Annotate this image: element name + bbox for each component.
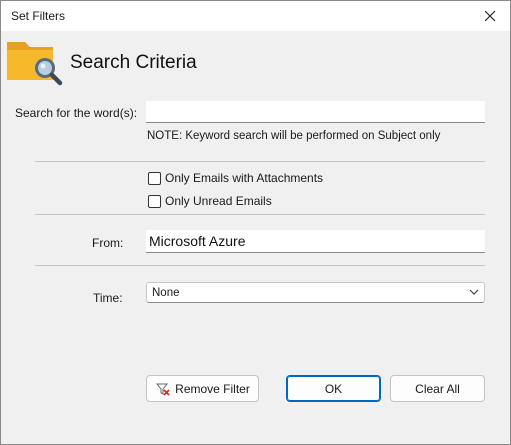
close-icon <box>484 10 496 22</box>
header-title: Search Criteria <box>70 52 197 73</box>
window-title: Set Filters <box>11 9 66 23</box>
separator <box>35 161 485 162</box>
search-note: NOTE: Keyword search will be performed o… <box>147 130 441 142</box>
ok-label: OK <box>324 381 343 396</box>
time-select-value: None <box>152 287 180 299</box>
remove-filter-icon <box>156 383 170 396</box>
from-input[interactable] <box>146 230 485 253</box>
unread-checkbox-row[interactable]: Only Unread Emails <box>148 194 272 208</box>
remove-filter-button[interactable]: Remove Filter <box>146 375 259 402</box>
clear-all-button[interactable]: Clear All <box>390 375 485 402</box>
search-label: Search for the word(s): <box>15 106 138 120</box>
folder-search-icon <box>7 42 63 86</box>
attachments-checkbox[interactable] <box>148 171 161 185</box>
set-filters-dialog: Set Filters Search Criteria Search for t… <box>0 0 511 445</box>
ok-button[interactable]: OK <box>286 375 381 402</box>
search-input[interactable] <box>146 101 485 123</box>
close-button[interactable] <box>470 1 510 31</box>
separator <box>35 265 485 266</box>
time-label: Time: <box>93 291 123 305</box>
unread-label: Only Unread Emails <box>165 194 272 208</box>
remove-filter-label: Remove Filter <box>175 381 250 396</box>
unread-checkbox[interactable] <box>148 194 161 208</box>
chevron-down-icon <box>469 289 479 295</box>
title-bar: Set Filters <box>1 1 510 31</box>
time-select[interactable]: None <box>146 282 485 303</box>
attachments-label: Only Emails with Attachments <box>165 171 324 185</box>
from-label: From: <box>92 236 124 250</box>
separator <box>35 214 485 215</box>
clear-all-label: Clear All <box>415 381 460 396</box>
attachments-checkbox-row[interactable]: Only Emails with Attachments <box>148 171 323 185</box>
